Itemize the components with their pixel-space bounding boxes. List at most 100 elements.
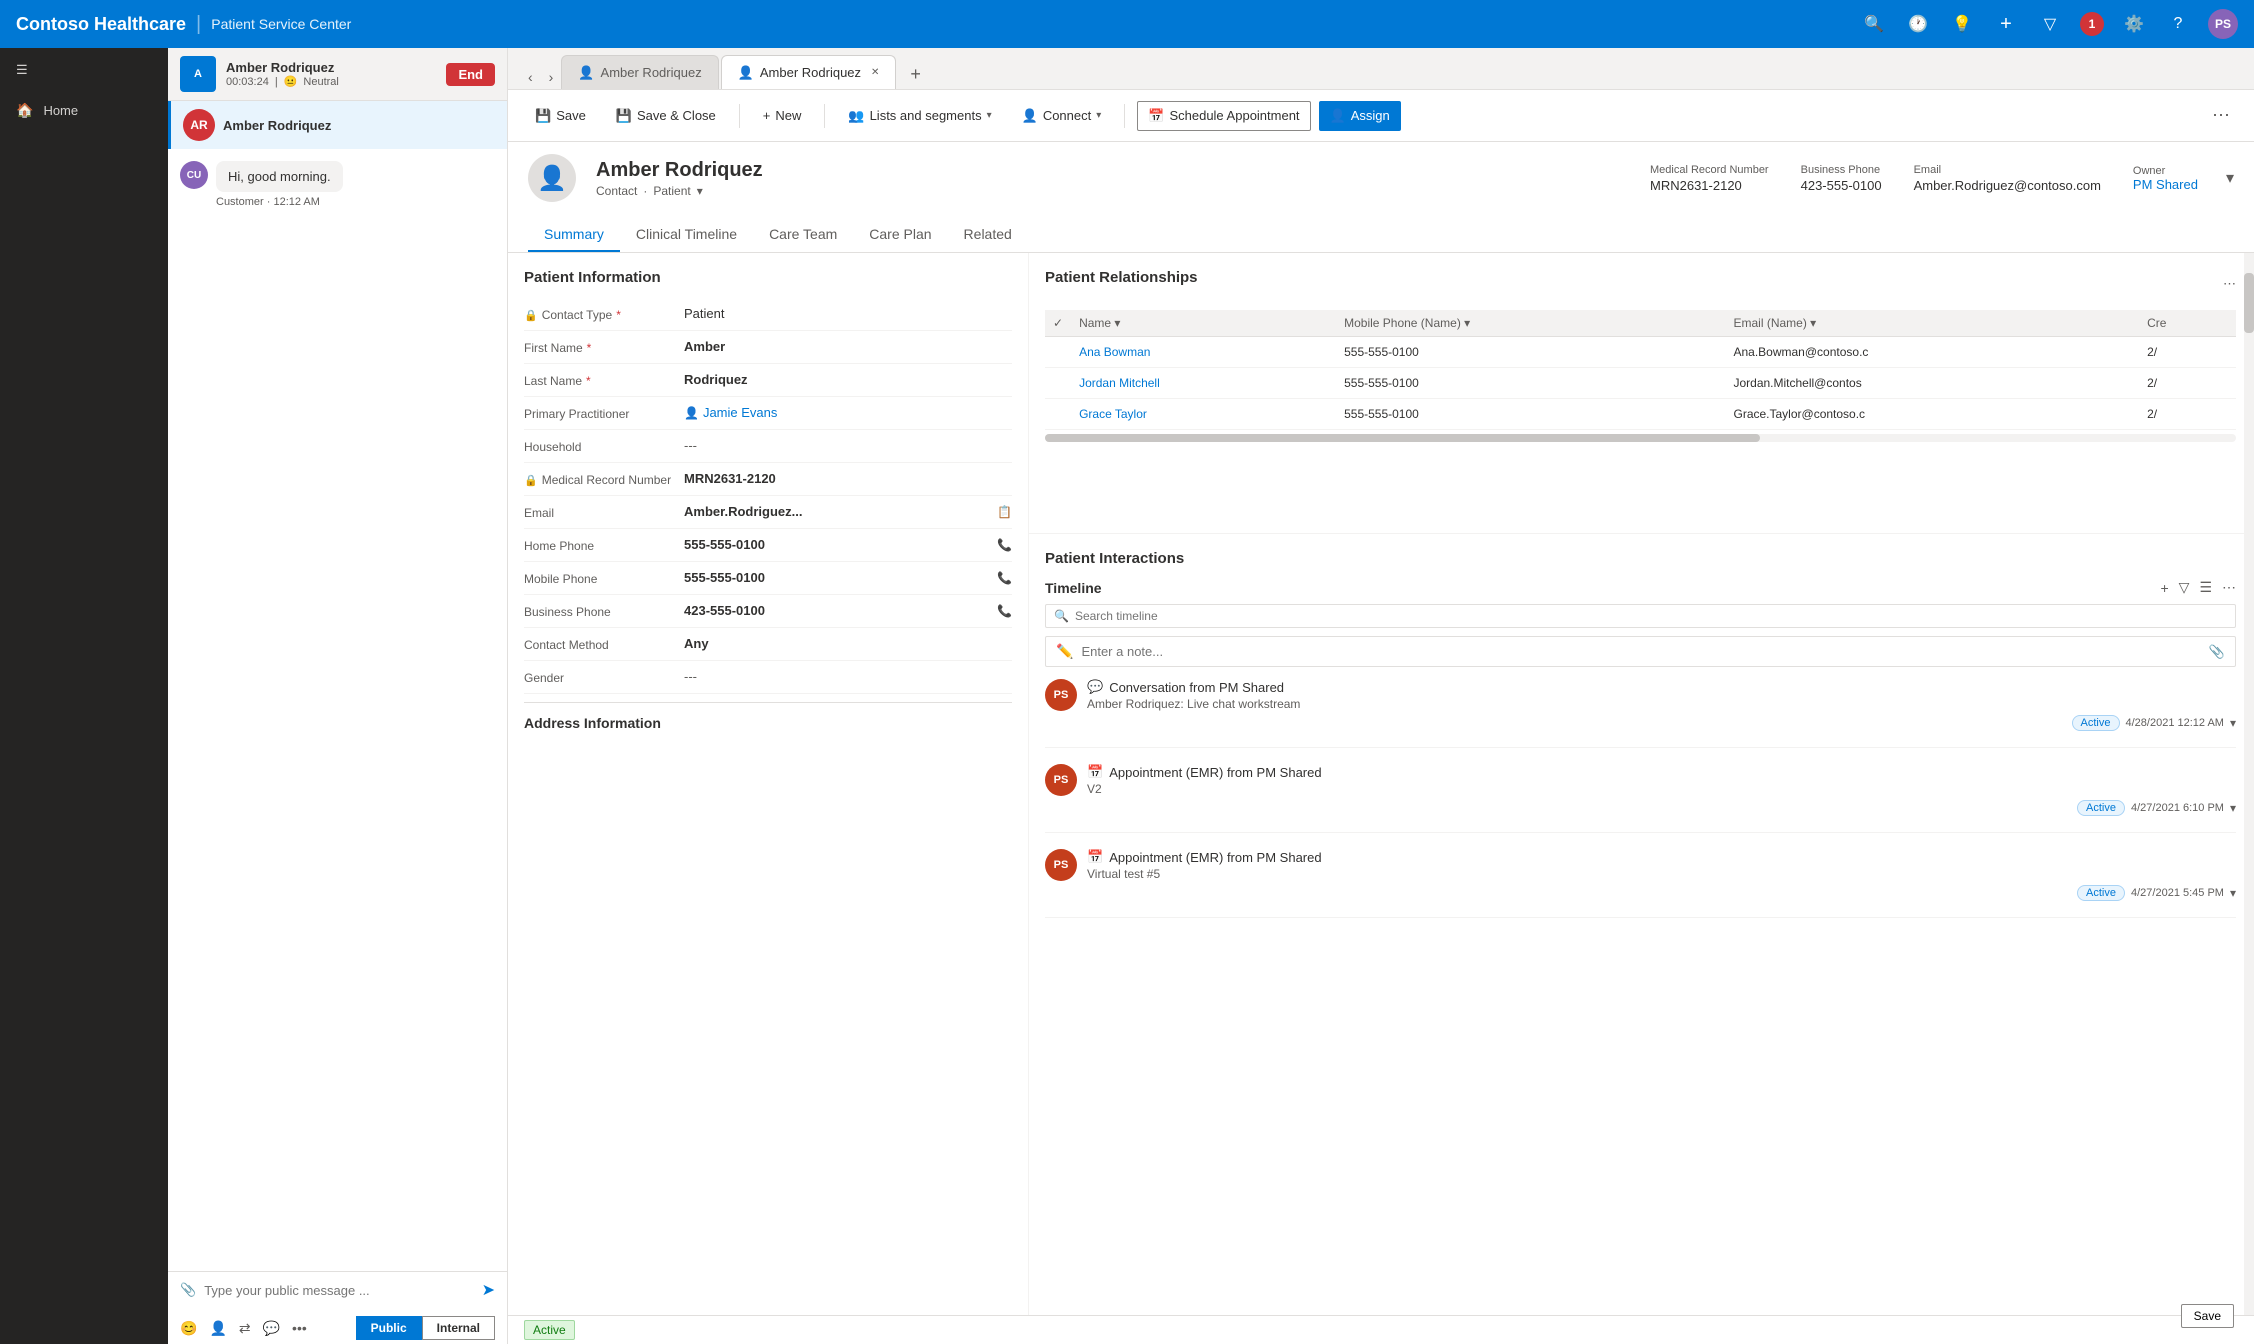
tab-amber-2[interactable]: 👤 Amber Rodriquez ✕ [721, 55, 897, 89]
home-icon: 🏠 [16, 102, 33, 119]
horizontal-scrollbar[interactable] [1045, 434, 2236, 442]
timeline-add-icon[interactable]: + [2160, 580, 2168, 596]
sidebar-item-home[interactable]: 🏠 Home [0, 92, 168, 129]
right-scrollbar-track[interactable] [2244, 253, 2254, 1315]
toolbar-more-button[interactable]: ⋯ [2204, 101, 2238, 130]
end-call-button[interactable]: End [446, 63, 495, 86]
tab-clinical-timeline[interactable]: Clinical Timeline [620, 218, 753, 252]
form-row-contact-method: Contact Method Any [524, 628, 1012, 661]
required-marker-ln: * [586, 374, 591, 388]
timeline-search-input[interactable] [1075, 609, 2227, 623]
col-mobile-label: Mobile Phone (Name) [1344, 316, 1461, 330]
notification-badge[interactable]: 1 [2080, 12, 2104, 36]
rel-name-0[interactable]: Ana Bowman [1071, 337, 1336, 368]
new-tab-button[interactable]: + [902, 60, 929, 89]
right-scrollbar-thumb[interactable] [2244, 273, 2254, 333]
internal-button[interactable]: Internal [422, 1316, 495, 1340]
status-badge-2: Active [2077, 885, 2125, 901]
consult-icon[interactable]: 💬 [263, 1320, 280, 1337]
relationships-table: ✓ Name ▾ Mobile Phone (Name) ▾ [1045, 310, 2236, 430]
tab-care-plan[interactable]: Care Plan [853, 218, 947, 252]
email-value: Amber.Rodriguez@contoso.com [1914, 178, 2101, 193]
settings-icon[interactable]: ⚙️ [2120, 10, 2148, 38]
tab-summary[interactable]: Summary [528, 218, 620, 252]
tab-care-team[interactable]: Care Team [753, 218, 853, 252]
tab-amber-1[interactable]: 👤 Amber Rodriquez [561, 55, 718, 89]
transfer-icon[interactable]: ⇄ [239, 1320, 251, 1337]
help-icon[interactable]: ? [2164, 10, 2192, 38]
call-business-icon[interactable]: 📞 [997, 604, 1012, 618]
expand-header-button[interactable]: ▾ [2226, 168, 2234, 188]
timeline-expand-0[interactable]: ▾ [2230, 716, 2236, 730]
status-badge-1: Active [2077, 800, 2125, 816]
relationships-header-row: ✓ Name ▾ Mobile Phone (Name) ▾ [1045, 310, 2236, 337]
form-value-practitioner[interactable]: 👤 Jamie Evans [684, 405, 1012, 420]
tab-forward-button[interactable]: › [541, 65, 562, 89]
lightbulb-icon[interactable]: 💡 [1948, 10, 1976, 38]
send-button[interactable]: ➤ [482, 1280, 495, 1300]
save-close-button[interactable]: 💾 Save & Close [605, 101, 727, 131]
attachment-icon[interactable]: 📎 [180, 1282, 196, 1298]
tab-related[interactable]: Related [948, 218, 1028, 252]
tab-icon-2: 👤 [738, 65, 754, 81]
owner-field: Owner PM Shared [2133, 165, 2198, 192]
user-avatar[interactable]: PS [2208, 9, 2238, 39]
relationships-more-icon[interactable]: ⋯ [2223, 276, 2236, 292]
rel-name-2[interactable]: Grace Taylor [1071, 399, 1336, 430]
call-home-icon[interactable]: 📞 [997, 538, 1012, 552]
timeline-more-icon[interactable]: ⋯ [2222, 579, 2236, 596]
timeline-type-icon-1: 📅 [1087, 764, 1103, 780]
plus-icon[interactable]: + [1992, 10, 2020, 38]
chat-panel: A Amber Rodriquez 00:03:24 | 😐 Neutral E… [168, 48, 508, 1344]
note-attach-icon[interactable]: 📎 [2209, 644, 2225, 660]
connect-button[interactable]: 👤 Connect ▾ [1011, 101, 1113, 131]
chat-input[interactable] [204, 1283, 473, 1298]
search-icon[interactable]: 🔍 [1860, 10, 1888, 38]
top-nav: Contoso Healthcare | Patient Service Cen… [0, 0, 2254, 48]
timeline-filter-icon[interactable]: ▽ [2179, 579, 2190, 596]
call-mobile-icon[interactable]: 📞 [997, 571, 1012, 585]
patient-subtype: Patient [653, 184, 690, 198]
public-button[interactable]: Public [356, 1316, 422, 1340]
timeline-expand-1[interactable]: ▾ [2230, 801, 2236, 815]
rel-created-0: 2/ [2139, 337, 2236, 368]
schedule-button[interactable]: 📅 Schedule Appointment [1137, 101, 1310, 131]
tab-close-button[interactable]: ✕ [871, 67, 879, 78]
patient-avatar: 👤 [528, 154, 576, 202]
call-sentiment: Neutral [303, 76, 338, 88]
lists-button[interactable]: 👥 Lists and segments ▾ [837, 101, 1002, 131]
patient-name-block: Amber Rodriquez Contact · Patient ▾ [596, 159, 1630, 198]
bottom-save-button[interactable]: Save [2181, 1304, 2234, 1328]
recent-icon[interactable]: 🕐 [1904, 10, 1932, 38]
form-value-home-phone: 555-555-0100 [684, 537, 989, 552]
subtype-dropdown-icon[interactable]: ▾ [697, 184, 703, 198]
call-separator: | [275, 76, 278, 88]
funnel-icon[interactable]: ▽ [2036, 10, 2064, 38]
assign-button[interactable]: 👤 Assign [1319, 101, 1401, 131]
label-text-gender: Gender [524, 671, 564, 685]
more-options-icon[interactable]: ••• [292, 1320, 307, 1336]
mention-icon[interactable]: 👤 [209, 1320, 226, 1337]
chat-toolbar: 😊 👤 ⇄ 💬 ••• Public Internal [168, 1308, 507, 1344]
copy-email-icon[interactable]: 📋 [997, 505, 1012, 519]
save-button[interactable]: 💾 Save [524, 101, 597, 131]
sidebar-hamburger-icon[interactable]: ☰ [0, 48, 168, 92]
form-row-home-phone: Home Phone 555-555-0100 📞 [524, 529, 1012, 562]
scroll-thumb [1045, 434, 1760, 442]
rel-name-1[interactable]: Jordan Mitchell [1071, 368, 1336, 399]
rel-mobile-2: 555-555-0100 [1336, 399, 1725, 430]
note-input[interactable] [1081, 644, 2200, 659]
chat-contact-item[interactable]: AR Amber Rodriquez [168, 101, 507, 149]
emoji-icon[interactable]: 😊 [180, 1320, 197, 1337]
form-value-business-phone: 423-555-0100 [684, 603, 989, 618]
timeline-expand-2[interactable]: ▾ [2230, 886, 2236, 900]
timeline-list-icon[interactable]: ☰ [2199, 579, 2212, 596]
col-mobile: Mobile Phone (Name) ▾ [1336, 310, 1725, 337]
new-button[interactable]: + New [752, 101, 813, 130]
message-bubble: Hi, good morning. Customer · 12:12 AM [216, 161, 343, 208]
form-row-first-name: First Name * Amber [524, 331, 1012, 364]
app-name: Contoso Healthcare [16, 14, 186, 35]
relationships-table-body: Ana Bowman 555-555-0100 Ana.Bowman@conto… [1045, 337, 2236, 430]
label-text-mrn: Medical Record Number [542, 473, 671, 487]
tab-back-button[interactable]: ‹ [520, 65, 541, 89]
